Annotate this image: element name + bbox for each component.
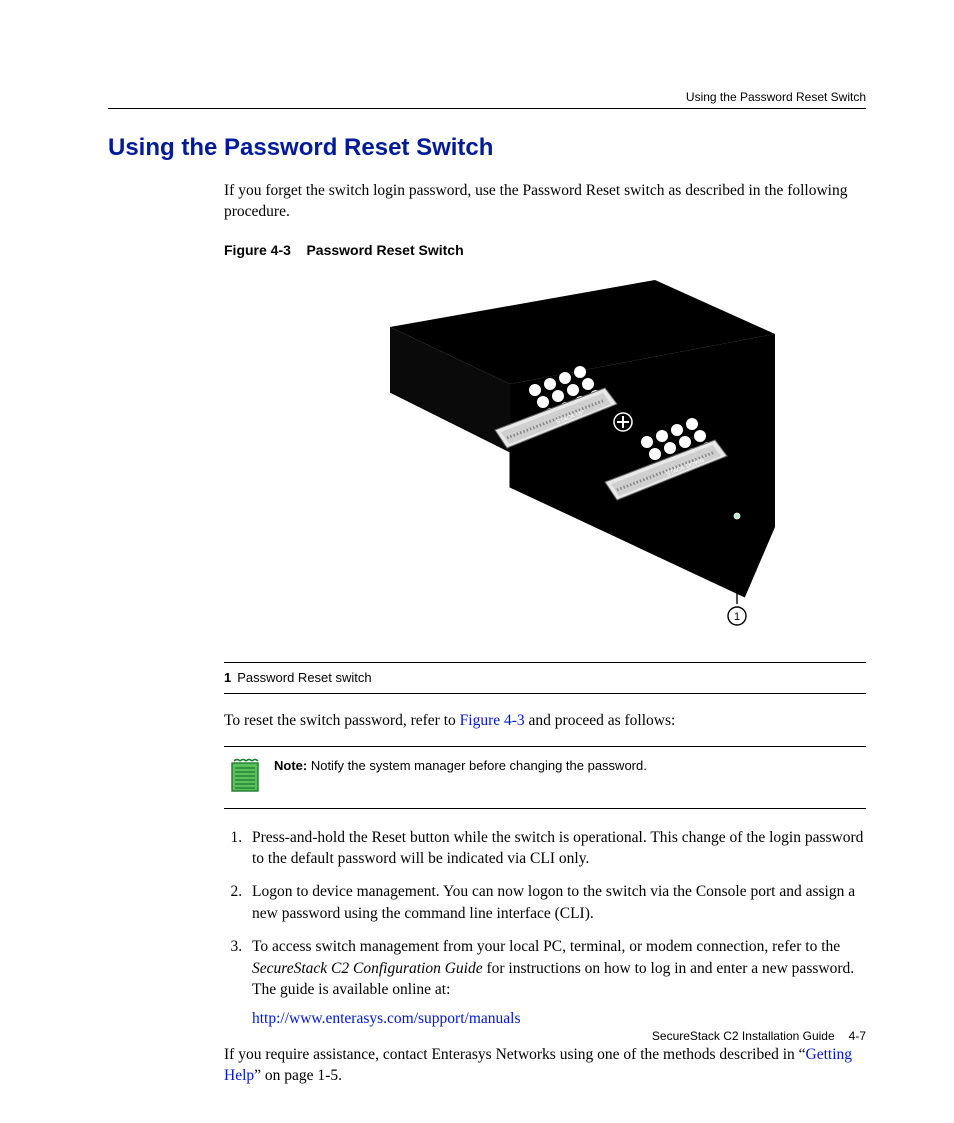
callout-number: 1	[224, 670, 231, 685]
intro-paragraph: If you forget the switch login password,…	[224, 180, 866, 223]
section-title: Using the Password Reset Switch	[108, 134, 866, 162]
page: Using the Password Reset Switch Using th…	[0, 0, 954, 1123]
step-2: Logon to device management. You can now …	[246, 881, 866, 924]
step-3-before: To access switch management from your lo…	[252, 938, 840, 955]
step-2-text: Logon to device management. You can now …	[252, 883, 855, 921]
body-block: If you forget the switch login password,…	[224, 180, 866, 1086]
callout-text: Password Reset switch	[237, 670, 371, 685]
reset-intro-after: and proceed as follows:	[525, 712, 676, 729]
page-footer: SecureStack C2 Installation Guide 4-7	[652, 1029, 866, 1043]
note-label: Note:	[274, 758, 307, 773]
step-1-text: Press-and-hold the Reset button while th…	[252, 829, 863, 867]
figure-caption: Figure 4-3 Password Reset Switch	[224, 241, 866, 260]
footer-page-number: 4-7	[849, 1029, 866, 1043]
step-3: To access switch management from your lo…	[246, 936, 866, 1030]
running-header: Using the Password Reset Switch	[686, 90, 866, 104]
note-text: Note: Notify the system manager before c…	[274, 757, 647, 775]
step-3-guide-title: SecureStack C2 Configuration Guide	[252, 960, 483, 977]
callout-table: 1 Password Reset switch	[224, 662, 866, 694]
figure-title: Password Reset Switch	[306, 242, 463, 258]
closing-before: If you require assistance, contact Enter…	[224, 1046, 806, 1063]
figure-label: Figure 4-3	[224, 242, 291, 258]
reset-intro: To reset the switch password, refer to F…	[224, 710, 866, 731]
figure-image: STACK UP STACK DOWN 1	[224, 272, 866, 648]
procedure-list: Press-and-hold the Reset button while th…	[224, 827, 866, 1030]
callout-marker: 1	[734, 611, 740, 623]
footer-doc-title: SecureStack C2 Installation Guide	[652, 1029, 835, 1043]
screw-icon	[614, 413, 632, 431]
notepad-icon	[230, 757, 260, 798]
device-illustration: STACK UP STACK DOWN 1	[305, 272, 785, 642]
step-1: Press-and-hold the Reset button while th…	[246, 827, 866, 870]
closing-paragraph: If you require assistance, contact Enter…	[224, 1044, 866, 1087]
header-rule	[108, 108, 866, 109]
manuals-url-link[interactable]: http://www.enterasys.com/support/manuals	[252, 1010, 520, 1027]
note-box: Note: Notify the system manager before c…	[224, 746, 866, 809]
figure-reference-link[interactable]: Figure 4-3	[460, 712, 525, 729]
closing-after: ” on page 1-5.	[254, 1067, 342, 1084]
note-body: Notify the system manager before changin…	[307, 758, 647, 773]
reset-intro-before: To reset the switch password, refer to	[224, 712, 460, 729]
